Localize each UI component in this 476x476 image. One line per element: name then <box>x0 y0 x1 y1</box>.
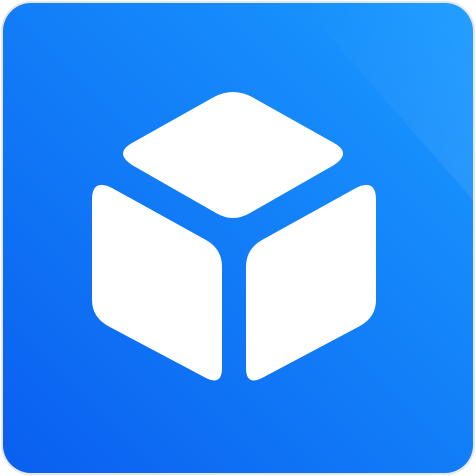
cube-app-icon-svg <box>1 1 475 475</box>
app-icon-tile <box>0 0 476 476</box>
